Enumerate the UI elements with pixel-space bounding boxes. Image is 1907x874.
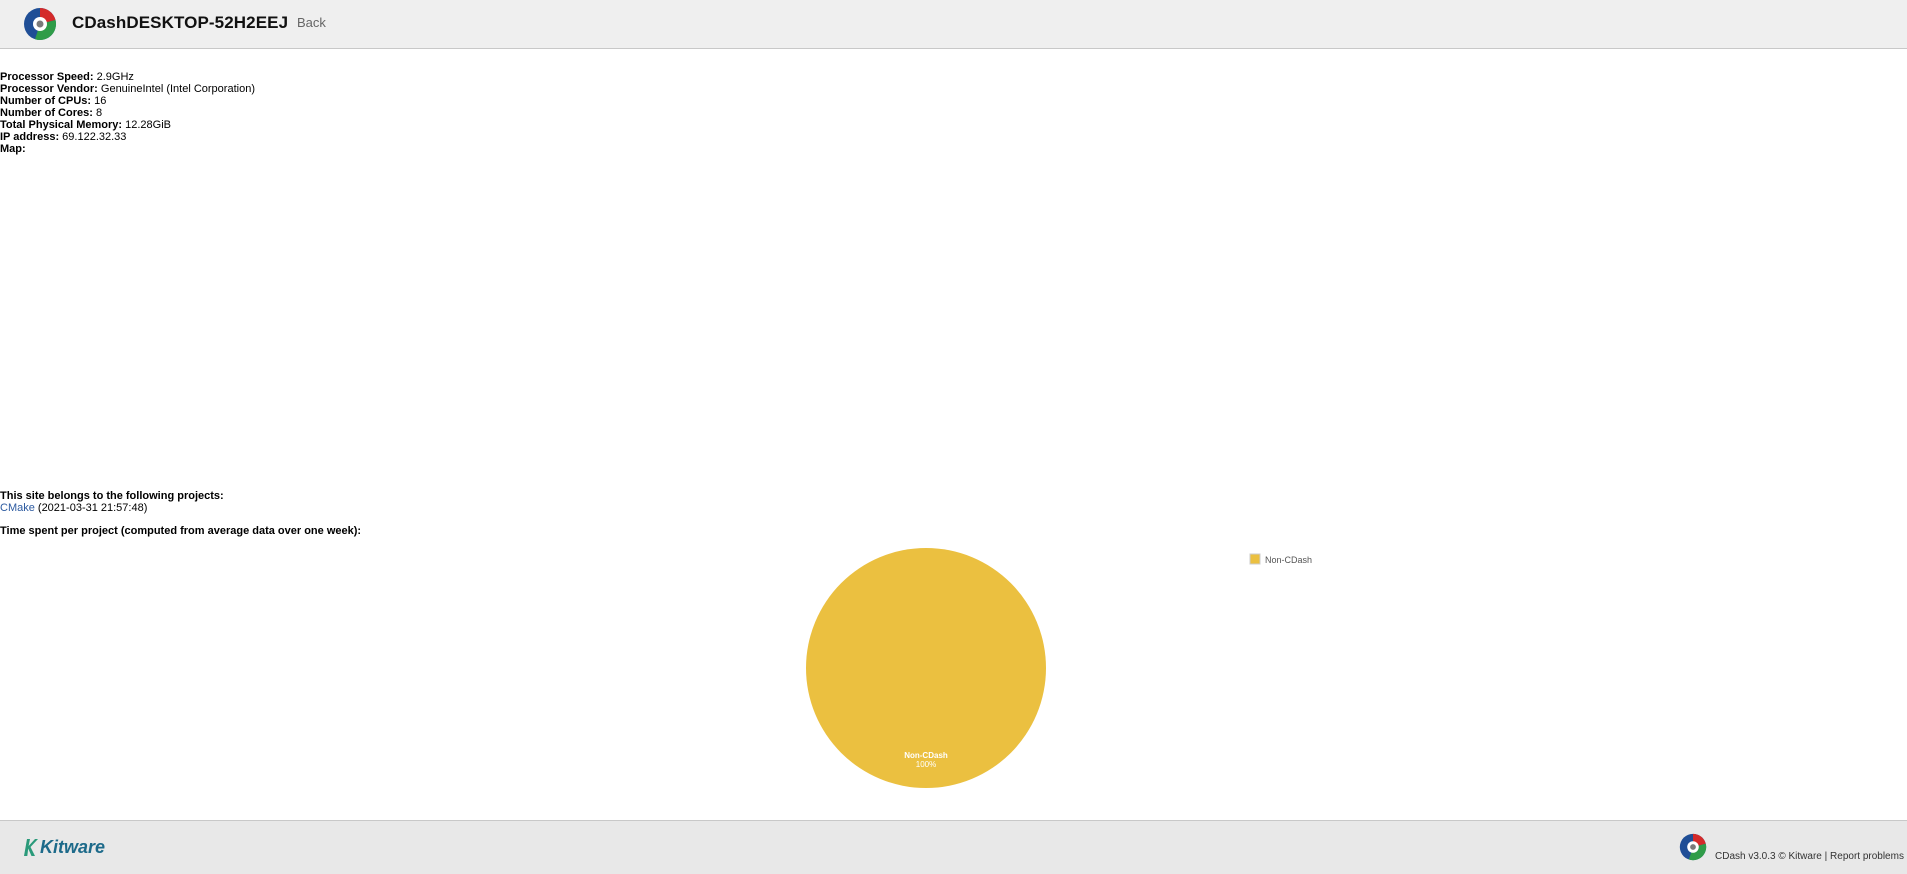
- cdash-logo-icon[interactable]: [23, 7, 57, 41]
- projects-section: This site belongs to the following proje…: [0, 490, 224, 514]
- back-link[interactable]: Back: [297, 15, 326, 30]
- info-label: Total Physical Memory:: [0, 119, 123, 131]
- time-heading: Time spent per project (computed from av…: [0, 525, 362, 537]
- version-text: CDash v3.0.3 ©: [1715, 851, 1789, 862]
- pie-slice-value: 100%: [916, 760, 936, 769]
- info-label: Number of CPUs:: [0, 95, 92, 107]
- info-row-ip: IP address: 69.122.32.33: [0, 131, 255, 143]
- page-header: CDashDESKTOP-52H2EEJ Back: [0, 0, 1907, 49]
- projects-heading: This site belongs to the following proje…: [0, 490, 224, 502]
- info-row-cores: Number of Cores: 8: [0, 107, 255, 119]
- info-row-cpus: Number of CPUs: 16: [0, 95, 255, 107]
- kitware-link[interactable]: Kitware: [1789, 851, 1822, 862]
- footer-text: CDash v3.0.3 © Kitware | Report problems: [1715, 851, 1904, 862]
- info-value: 16: [94, 95, 107, 107]
- footer-separator: |: [1821, 851, 1831, 862]
- info-row-map: Map:: [0, 143, 255, 155]
- project-date: (2021-03-31 21:57:48): [37, 502, 148, 514]
- info-row-memory: Total Physical Memory: 12.28GiB: [0, 119, 255, 131]
- info-label: Number of Cores:: [0, 107, 93, 119]
- info-label: IP address:: [0, 131, 60, 143]
- legend-swatch[interactable]: [1249, 553, 1261, 565]
- info-value: 69.122.32.33: [62, 131, 127, 143]
- site-info: Processor Speed: 2.9GHz Processor Vendor…: [0, 71, 255, 155]
- report-problems-link[interactable]: Report problems: [1830, 851, 1904, 862]
- info-value: 12.28GiB: [125, 119, 171, 131]
- info-value: 8: [95, 107, 103, 119]
- cdash-footer-logo-icon: [1679, 833, 1707, 861]
- info-value: 2.9GHz: [96, 71, 134, 83]
- info-row-processor-speed: Processor Speed: 2.9GHz: [0, 71, 255, 83]
- info-label: Processor Speed:: [0, 71, 94, 83]
- info-value: GenuineIntel (Intel Corporation): [100, 83, 255, 95]
- kitware-k-icon: [24, 839, 38, 856]
- kitware-logo[interactable]: Kitware: [22, 835, 105, 859]
- info-label: Map:: [0, 143, 26, 155]
- kitware-brand: Kitware: [40, 836, 106, 857]
- info-label: Processor Vendor:: [0, 83, 98, 95]
- page-title: CDashDESKTOP-52H2EEJ: [72, 13, 289, 32]
- legend-label[interactable]: Non-CDash: [1265, 555, 1312, 565]
- time-pie-chart: Non-CDash100%Non-CDash: [806, 548, 1312, 788]
- map-area: [0, 160, 1000, 480]
- page-footer: Kitware CDash v3.0.3 © Kitware | Report …: [0, 820, 1907, 874]
- pie-slice-label: Non-CDash: [904, 751, 948, 760]
- project-link-cmake[interactable]: CMake: [0, 502, 35, 514]
- project-item: CMake (2021-03-31 21:57:48): [0, 502, 224, 514]
- info-row-processor-vendor: Processor Vendor: GenuineIntel (Intel Co…: [0, 83, 255, 95]
